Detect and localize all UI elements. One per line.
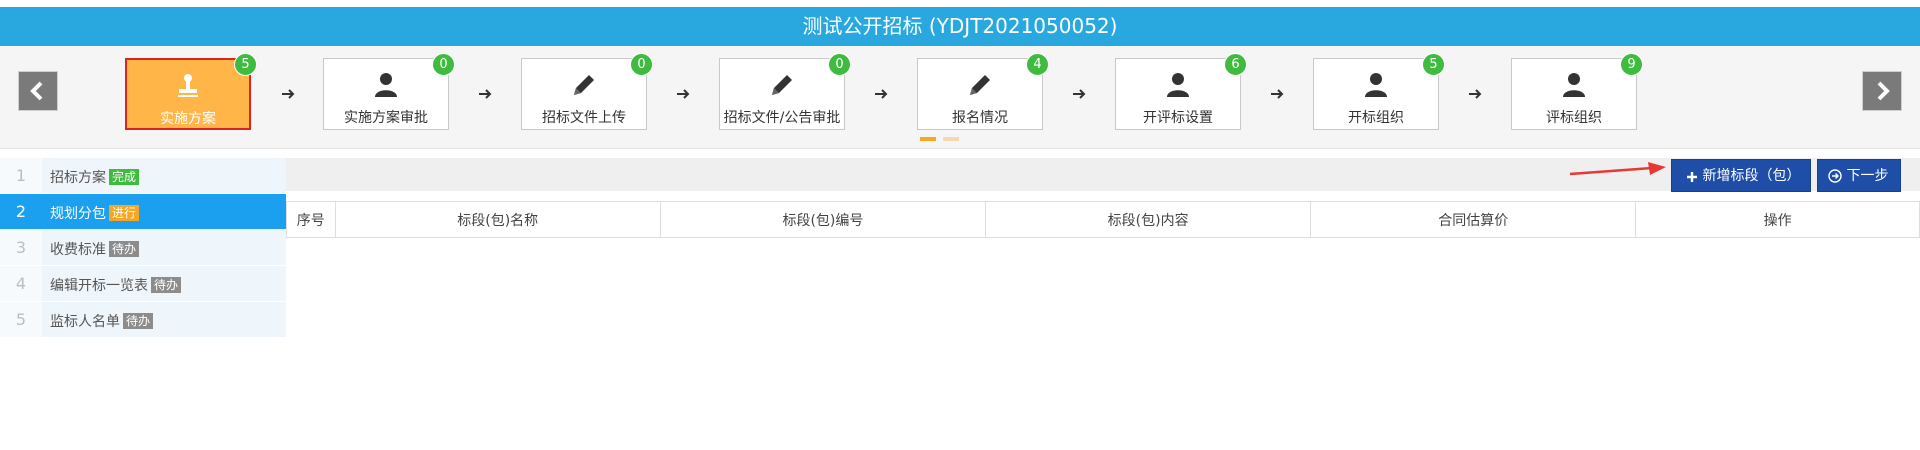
step-label: 开评标设置 [1143, 110, 1213, 126]
next-steps-button[interactable] [1862, 71, 1902, 111]
column-header-index: 序号 [286, 201, 336, 238]
sidebar-item-number: 2 [0, 194, 42, 229]
status-badge: 待办 [109, 241, 140, 257]
pencil-icon [772, 75, 792, 95]
package-table: 序号 标段(包)名称 标段(包)编号 标段(包)内容 合同估算价 操作 [286, 201, 1920, 238]
status-badge: 待办 [123, 313, 154, 329]
user-icon [1167, 73, 1189, 97]
step-evaluation-organization[interactable]: 评标组织 [1511, 58, 1637, 130]
sidebar-item-label: 规划分包 [50, 206, 106, 222]
sidebar-item-supervisor-list[interactable]: 5 监标人名单 待办 [0, 302, 286, 338]
step-label: 开标组织 [1348, 110, 1404, 126]
plus-icon [1687, 172, 1697, 182]
pencil-icon [574, 75, 594, 95]
sidebar-item-number: 5 [0, 302, 42, 337]
user-icon [1365, 73, 1387, 97]
next-step-label: 下一步 [1846, 168, 1889, 184]
step-label: 实施方案审批 [344, 110, 428, 126]
step-label: 评标组织 [1546, 110, 1602, 126]
sidebar: 1 招标方案 完成 2 规划分包 进行 3 收费标准 待办 4 编辑开标一览表 待办 5… [0, 158, 286, 338]
table-header-row: 序号 标段(包)名称 标段(包)编号 标段(包)内容 合同估算价 操作 [286, 201, 1920, 238]
sidebar-item-tender-plan[interactable]: 1 招标方案 完成 [0, 158, 286, 194]
circle-arrow-right-icon [1828, 169, 1842, 183]
next-step-button[interactable]: 下一步 [1817, 159, 1901, 192]
step-count-badge: 9 [1620, 53, 1643, 76]
step-tender-doc-upload[interactable]: 招标文件上传 [521, 58, 647, 130]
status-badge: 进行 [109, 205, 140, 221]
step-count-badge: 6 [1224, 53, 1247, 76]
add-package-label: 新增标段（包） [1702, 168, 1801, 184]
sidebar-item-number: 1 [0, 158, 42, 193]
pencil-icon [970, 75, 990, 95]
sidebar-item-label: 监标人名单 [50, 314, 120, 330]
pager-dot[interactable] [943, 137, 959, 141]
arrow-right-icon [479, 89, 492, 99]
sidebar-item-number: 3 [0, 230, 42, 265]
step-count-badge: 0 [828, 53, 851, 76]
arrow-right-icon [1073, 89, 1086, 99]
stamp-icon [178, 74, 198, 97]
red-arrow-annotation-icon [1569, 162, 1666, 176]
chevron-left-icon [30, 81, 43, 101]
step-tender-notice-approval[interactable]: 招标文件/公告审批 [719, 58, 845, 130]
arrow-right-icon [282, 89, 295, 99]
user-icon [1563, 73, 1585, 97]
step-label: 报名情况 [952, 110, 1008, 126]
page-title: 测试公开招标 (YDJT2021050052) [0, 7, 1920, 46]
arrow-right-icon [1469, 89, 1482, 99]
sidebar-item-number: 4 [0, 266, 42, 301]
column-header-package-content: 标段(包)内容 [985, 201, 1312, 238]
pager-dot-active[interactable] [920, 137, 936, 141]
chevron-right-icon [1877, 81, 1890, 101]
step-label: 实施方案 [160, 111, 216, 127]
sidebar-item-label: 收费标准 [50, 242, 106, 258]
add-package-button[interactable]: 新增标段（包） [1671, 159, 1811, 192]
step-label: 招标文件上传 [542, 110, 626, 126]
sidebar-item-bid-opening-sheet[interactable]: 4 编辑开标一览表 待办 [0, 266, 286, 302]
sidebar-item-label: 编辑开标一览表 [50, 278, 148, 294]
sidebar-item-package-planning[interactable]: 2 规划分包 进行 [0, 194, 286, 230]
arrow-right-icon [677, 89, 690, 99]
step-count-badge: 5 [1422, 53, 1445, 76]
column-header-package-name: 标段(包)名称 [334, 201, 661, 238]
column-header-package-code: 标段(包)编号 [659, 201, 987, 238]
column-header-actions: 操作 [1635, 201, 1920, 238]
step-count-badge: 0 [630, 53, 653, 76]
sidebar-item-fee-standard[interactable]: 3 收费标准 待办 [0, 230, 286, 266]
prev-steps-button[interactable] [18, 71, 58, 111]
step-bid-opening-organization[interactable]: 开标组织 [1313, 58, 1439, 130]
column-header-estimated-price: 合同估算价 [1310, 201, 1637, 238]
status-badge: 待办 [151, 277, 182, 293]
step-bid-opening-settings[interactable]: 开评标设置 [1115, 58, 1241, 130]
arrow-right-icon [1271, 89, 1284, 99]
step-implementation-plan[interactable]: 实施方案 [125, 58, 251, 130]
step-count-badge: 5 [234, 53, 257, 76]
step-count-badge: 0 [432, 53, 455, 76]
step-plan-approval[interactable]: 实施方案审批 [323, 58, 449, 130]
step-count-badge: 4 [1026, 53, 1049, 76]
step-registration-status[interactable]: 报名情况 [917, 58, 1043, 130]
sidebar-item-label: 招标方案 [50, 170, 106, 186]
user-icon [375, 73, 397, 97]
arrow-right-icon [875, 89, 888, 99]
step-label: 招标文件/公告审批 [723, 110, 841, 126]
status-badge: 完成 [109, 169, 140, 185]
